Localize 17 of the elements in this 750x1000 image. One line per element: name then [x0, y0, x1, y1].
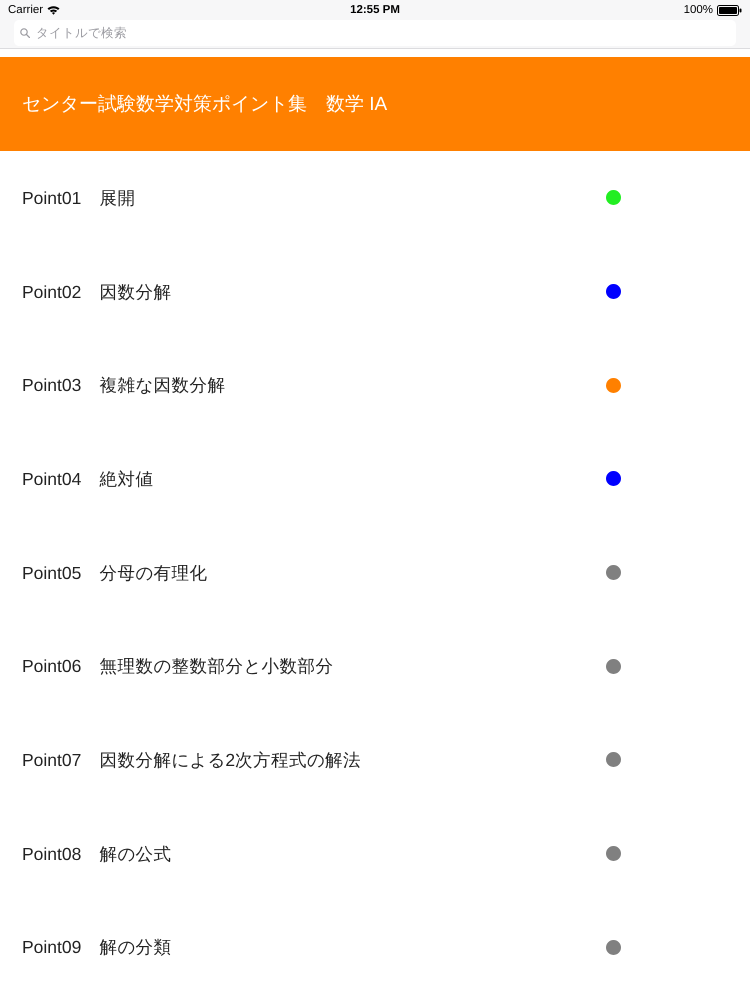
- carrier-name: Carrier: [8, 4, 44, 16]
- list-item-label[interactable]: Point06 無理数の整数部分と小数部分: [22, 654, 334, 678]
- list-item-label[interactable]: Point02 因数分解: [22, 280, 172, 304]
- list-item-label[interactable]: Point04 絶対値: [22, 466, 154, 491]
- battery-percentage: 100%: [684, 4, 713, 16]
- list-item-label[interactable]: Point07 因数分解による2次方程式の解法: [22, 748, 362, 772]
- wifi-icon: [47, 5, 60, 15]
- header-title: センター試験数学対策ポイント集 数学 IA: [22, 93, 388, 117]
- search-field[interactable]: タイトルで検索: [14, 20, 736, 46]
- list-item-label[interactable]: Point01 展開: [22, 186, 136, 210]
- list-item-label[interactable]: Point03 複雑な因数分解: [22, 373, 226, 398]
- clock-time: 12:55 PM: [350, 4, 400, 16]
- list-item-label[interactable]: Point09 解の分類: [22, 935, 172, 960]
- search-icon: [20, 28, 30, 38]
- list-item-label[interactable]: Point05 分母の有理化: [22, 560, 208, 585]
- battery-icon: [717, 4, 742, 16]
- list-item-label[interactable]: Point08 解の公式: [22, 842, 172, 866]
